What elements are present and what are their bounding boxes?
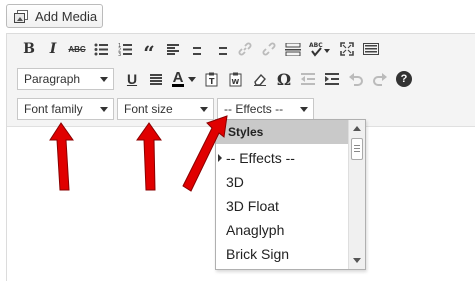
arrow-font-family [49, 122, 74, 191]
arrow-effects [182, 115, 228, 192]
arrow-font-size [136, 122, 162, 191]
annotation-arrows [49, 115, 228, 192]
